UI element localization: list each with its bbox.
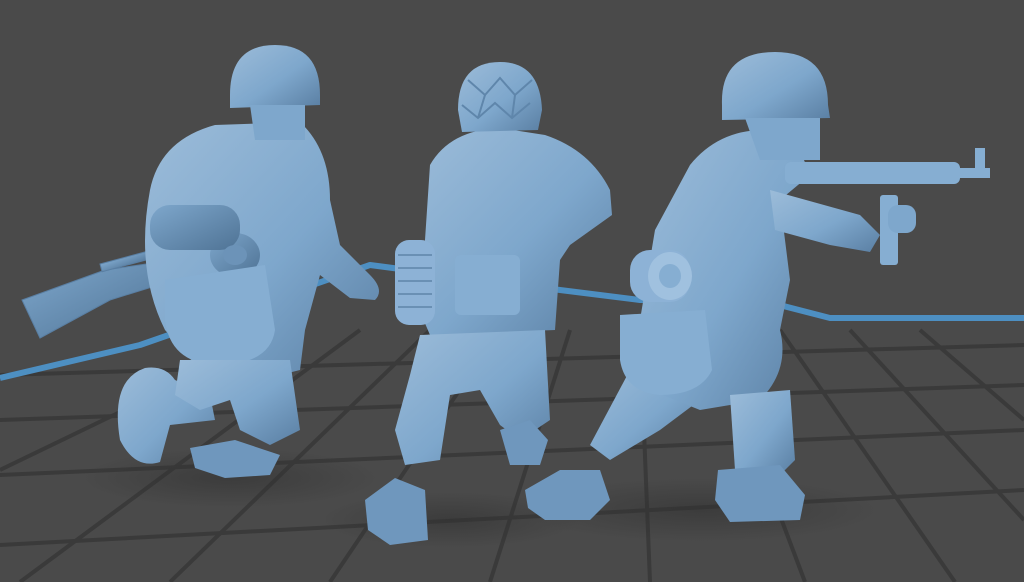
viewport-canvas[interactable] bbox=[0, 0, 1024, 582]
helmet bbox=[230, 45, 320, 108]
legs bbox=[175, 360, 300, 445]
bag bbox=[165, 265, 275, 365]
arm bbox=[770, 190, 880, 252]
net-helmet bbox=[458, 62, 542, 132]
bag bbox=[620, 310, 712, 395]
model-soldier-rifle[interactable] bbox=[21, 45, 379, 478]
feet-right bbox=[715, 465, 805, 522]
slicer-3d-viewport[interactable] bbox=[0, 0, 1024, 582]
head bbox=[250, 105, 305, 140]
gas-mask-canister bbox=[395, 240, 435, 325]
ammo-pouch bbox=[455, 255, 520, 315]
feet bbox=[525, 470, 610, 520]
right-leg bbox=[730, 390, 795, 475]
helmet bbox=[721, 52, 830, 120]
gas-mask-canister bbox=[630, 250, 692, 302]
model-soldier-smg[interactable] bbox=[525, 52, 990, 522]
